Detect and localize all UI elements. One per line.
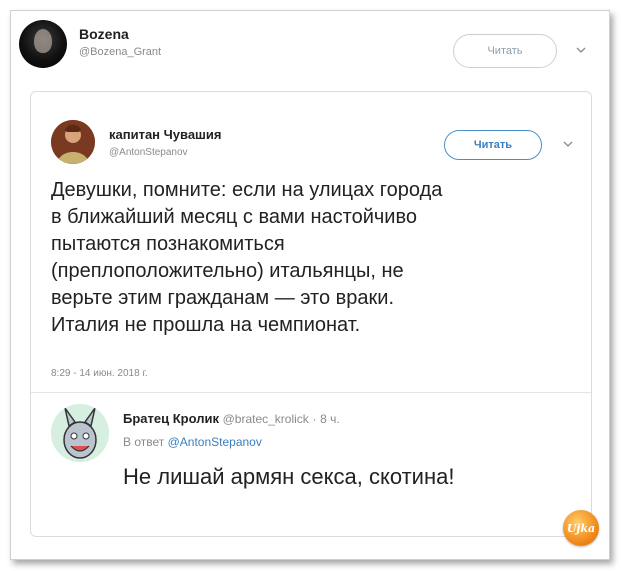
reply-prefix: В ответ <box>123 435 165 449</box>
tweet-timestamp[interactable]: 8:29 - 14 июн. 2018 г. <box>51 368 148 379</box>
author-name[interactable]: Bozena <box>79 26 129 42</box>
quoted-author-handle[interactable]: @AntonStepanov <box>109 147 188 158</box>
tweet-text-line: пытаются познакомиться <box>51 233 285 255</box>
separator-dot: · <box>312 412 317 426</box>
quoted-tweet-card: капитан Чувашия @AntonStepanov Читать Де… <box>30 91 592 537</box>
tweet-text-line: в ближайший месяц с вами настойчиво <box>51 206 417 228</box>
watermark-logo: Ujka <box>563 510 599 546</box>
watermark-text: Ujka <box>566 521 596 535</box>
divider <box>31 392 591 393</box>
quoted-author-name[interactable]: капитан Чувашия <box>109 127 221 142</box>
reply-text: Не лишай армян секса, скотина! <box>123 464 455 489</box>
author-handle[interactable]: @Bozena_Grant <box>79 46 161 58</box>
avatar[interactable] <box>51 404 109 462</box>
avatar[interactable] <box>19 20 67 68</box>
tweet-text: Девушки, помните: если на улицах города … <box>51 177 581 339</box>
reply-author-handle[interactable]: @bratec_krolick <box>223 412 309 426</box>
tweet-text-line: Девушки, помните: если на улицах города <box>51 179 443 201</box>
tweet-text-line: Италия не прошла на чемпионат. <box>51 314 361 336</box>
chevron-down-icon[interactable] <box>575 44 587 56</box>
reply-mention-link[interactable]: @AntonStepanov <box>168 435 262 449</box>
reply-time[interactable]: 8 ч. <box>320 412 340 426</box>
outer-tweet-header: Bozena @Bozena_Grant Читать <box>19 18 589 78</box>
tweet-text-line: (преплоположительно) итальянцы, не <box>51 260 404 282</box>
follow-button[interactable]: Читать <box>444 130 542 160</box>
reply-header: Братец Кролик @bratec_krolick · 8 ч. <box>123 411 340 426</box>
reply-author-name[interactable]: Братец Кролик <box>123 411 219 426</box>
reply-to-line: В ответ @AntonStepanov <box>123 435 262 449</box>
tweet-text-line: верьте этим гражданам — это враки. <box>51 287 394 309</box>
follow-button[interactable]: Читать <box>453 34 557 68</box>
chevron-down-icon[interactable] <box>562 138 574 150</box>
avatar[interactable] <box>51 120 95 164</box>
